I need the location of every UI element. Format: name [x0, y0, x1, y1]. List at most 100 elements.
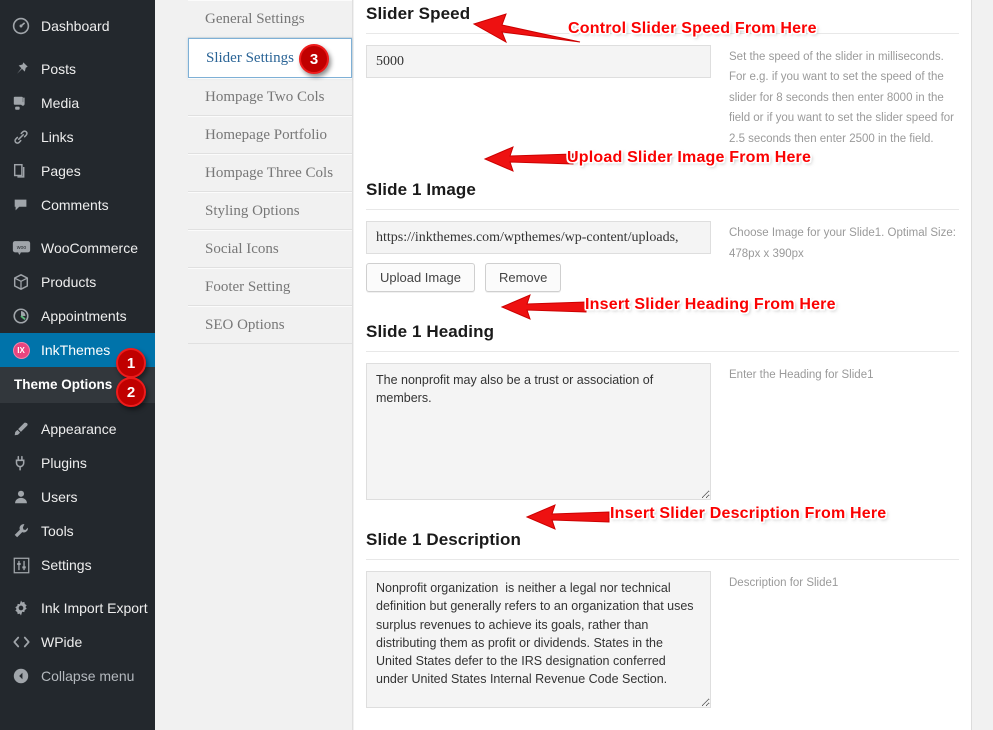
tab-label: Styling Options: [205, 202, 300, 219]
user-icon: [10, 487, 32, 507]
sliders-icon: [10, 555, 32, 575]
sidebar-item-settings[interactable]: Settings: [0, 548, 155, 582]
slide1-description-textarea[interactable]: Nonprofit organization is neither a lega…: [366, 571, 711, 709]
tab-styling-options[interactable]: Styling Options: [188, 192, 352, 230]
tab-label: Footer Setting: [205, 278, 291, 295]
annotation-arrow-4: [525, 504, 610, 530]
sidebar-label: Comments: [41, 197, 109, 213]
slide1-heading-help: Enter the Heading for Slide1: [729, 369, 874, 382]
annotation-text-1: Control Slider Speed From Here: [568, 20, 817, 37]
tab-general-settings[interactable]: General Settings: [188, 0, 352, 38]
sidebar-label: InkThemes: [41, 342, 111, 358]
annotation-text-4: Insert Slider Description From Here: [610, 505, 887, 522]
annotation-text-3: Insert Slider Heading From Here: [585, 296, 836, 313]
sidebar-item-ink-import-export[interactable]: Ink Import Export: [0, 591, 155, 625]
pin-icon: [10, 59, 32, 79]
code-icon: [10, 632, 32, 652]
svg-text:woo: woo: [16, 245, 26, 251]
tab-label: SEO Options: [205, 316, 285, 333]
tab-slider-settings[interactable]: Slider Settings 3: [188, 38, 352, 78]
tab-hompage-two-cols[interactable]: Hompage Two Cols: [188, 78, 352, 116]
section-divider: [366, 559, 959, 561]
sidebar-item-woocommerce[interactable]: woo WooCommerce: [0, 231, 155, 265]
section-title: Slide 1 Description: [366, 530, 521, 550]
plug-icon: [10, 453, 32, 473]
sidebar-item-links[interactable]: Links: [0, 120, 155, 154]
sidebar-label: Products: [41, 274, 97, 290]
sidebar-item-tools[interactable]: Tools: [0, 514, 155, 548]
sidebar-label: Media: [41, 95, 80, 111]
settings-content-panel: Slider Speed Set the speed of the slider…: [354, 0, 972, 730]
page-right-margin: [973, 0, 993, 730]
slide1-image-help: Choose Image for your Slide1. Optimal Si…: [729, 227, 956, 260]
annotation-arrow-3: [500, 294, 587, 320]
menu-spacer-1: [0, 43, 155, 52]
tab-label: Social Icons: [205, 240, 279, 257]
slider-speed-input[interactable]: [366, 45, 711, 78]
slider-speed-help: Set the speed of the slider in milliseco…: [729, 51, 955, 145]
brush-icon: [10, 419, 32, 439]
woo-icon: woo: [10, 238, 32, 258]
sidebar-item-products[interactable]: Products: [0, 265, 155, 299]
tab-footer-setting[interactable]: Footer Setting: [188, 268, 352, 306]
slide1-image-url-input[interactable]: [366, 221, 711, 255]
slide1-heading-textarea[interactable]: The nonprofit may also be a trust or ass…: [366, 363, 711, 501]
section-slide1-heading: Slide 1 Heading The nonprofit may also b…: [354, 292, 971, 501]
sidebar-label: Appearance: [41, 421, 117, 437]
theme-options-tabs: General Settings Slider Settings 3 Hompa…: [188, 0, 353, 730]
menu-spacer-4: [0, 582, 155, 591]
section-slide1-image: Slide 1 Image Upload Image Remove Choose…: [354, 149, 971, 293]
sidebar-item-pages[interactable]: Pages: [0, 154, 155, 188]
section-divider: [366, 209, 959, 211]
box-icon: [10, 272, 32, 292]
sidebar-item-posts[interactable]: Posts: [0, 52, 155, 86]
field-column: The nonprofit may also be a trust or ass…: [366, 363, 711, 501]
admin-sidebar: Dashboard Posts Media Links Pages Commen…: [0, 0, 155, 730]
sidebar-item-dashboard[interactable]: Dashboard: [0, 9, 155, 43]
sidebar-item-appearance[interactable]: Appearance: [0, 412, 155, 446]
field-column: [366, 45, 711, 149]
sidebar-label: Appointments: [41, 308, 127, 324]
tab-label: Hompage Three Cols: [205, 164, 334, 181]
field-column: Nonprofit organization is neither a lega…: [366, 571, 711, 709]
tab-homepage-portfolio[interactable]: Homepage Portfolio: [188, 116, 352, 154]
tab-seo-options[interactable]: SEO Options: [188, 306, 352, 344]
sidebar-item-plugins[interactable]: Plugins: [0, 446, 155, 480]
tab-label: Slider Settings: [206, 49, 294, 66]
annotation-text-2: Upload Slider Image From Here: [567, 149, 812, 166]
upload-image-button[interactable]: Upload Image: [366, 263, 475, 293]
menu-top-spacer: [0, 0, 155, 9]
tab-hompage-three-cols[interactable]: Hompage Three Cols: [188, 154, 352, 192]
section-title: Slide 1 Image: [366, 180, 476, 200]
annotation-arrow-1: [472, 13, 581, 44]
slide1-description-help: Description for Slide1: [729, 577, 839, 590]
sidebar-label: Collapse menu: [41, 668, 135, 684]
sidebar-item-users[interactable]: Users: [0, 480, 155, 514]
sidebar-item-media[interactable]: Media: [0, 86, 155, 120]
sidebar-item-appointments[interactable]: Appointments: [0, 299, 155, 333]
dashboard-icon: [10, 16, 32, 36]
tab-label: Hompage Two Cols: [205, 88, 325, 105]
tab-social-icons[interactable]: Social Icons: [188, 230, 352, 268]
sidebar-label: Ink Import Export: [41, 600, 148, 616]
wrench-icon: [10, 521, 32, 541]
section-title: Slide 1 Heading: [366, 322, 495, 342]
remove-image-button[interactable]: Remove: [484, 263, 562, 293]
sidebar-item-wpide[interactable]: WPide: [0, 625, 155, 659]
sidebar-item-comments[interactable]: Comments: [0, 188, 155, 222]
sidebar-label: Dashboard: [41, 18, 110, 34]
sidebar-label: Pages: [41, 163, 81, 179]
sidebar-label: Users: [41, 489, 78, 505]
sidebar-item-collapse-menu[interactable]: Collapse menu: [0, 659, 155, 693]
section-slide1-link-text: Slide 1 link Text: [354, 708, 971, 730]
sidebar-label: WPide: [41, 634, 83, 650]
collapse-icon: [10, 666, 32, 686]
tab-label: Homepage Portfolio: [205, 126, 328, 143]
link-icon: [10, 127, 32, 147]
step-badge-2: 2: [116, 377, 146, 407]
inkthemes-icon: IX: [10, 340, 32, 360]
media-icon: [10, 93, 32, 113]
appointments-icon: [10, 306, 32, 326]
sidebar-label: WooCommerce: [41, 240, 138, 256]
sidebar-label: Tools: [41, 523, 74, 539]
